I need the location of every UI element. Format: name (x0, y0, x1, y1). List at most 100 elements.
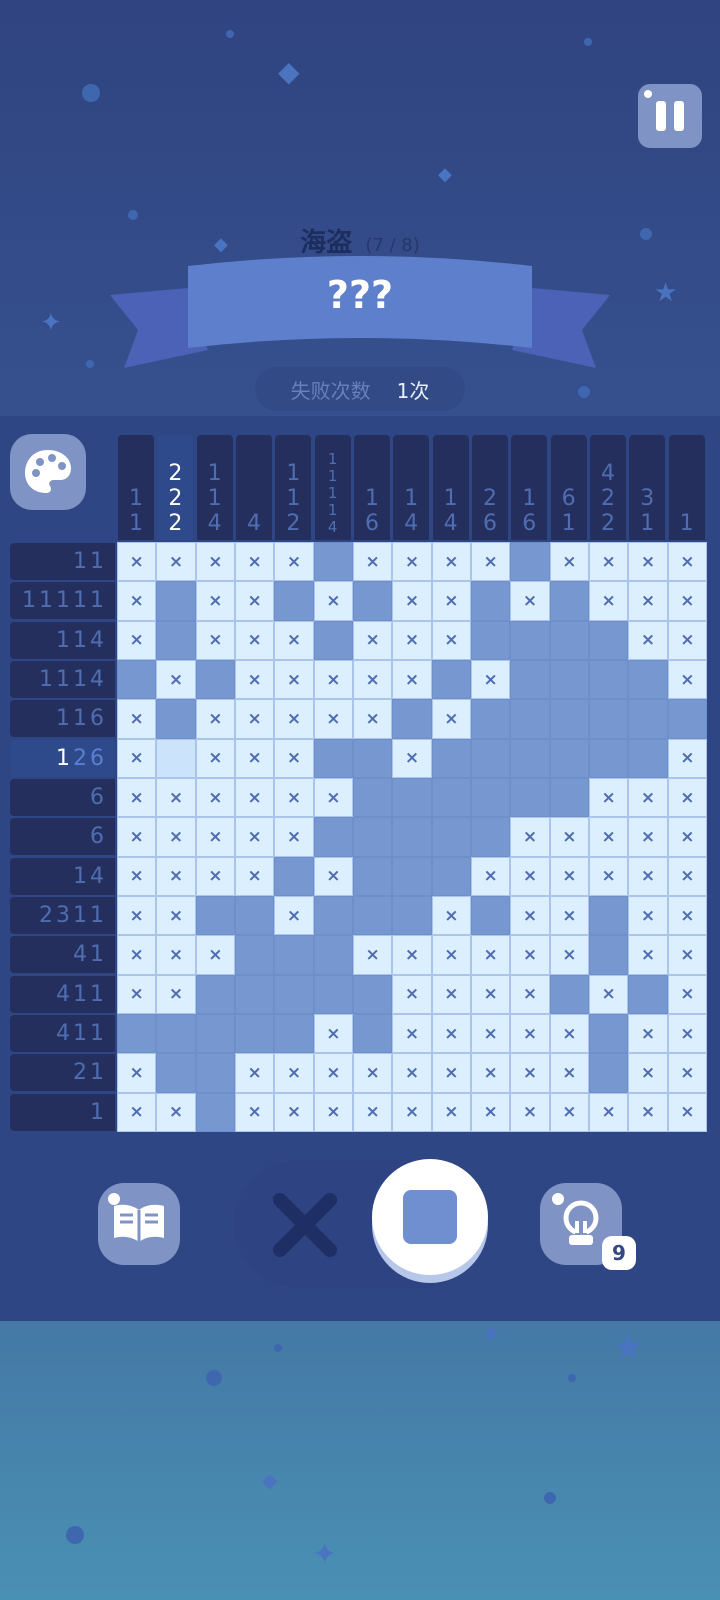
filled-cell[interactable] (549, 699, 589, 739)
crossed-cell[interactable]: × (234, 542, 275, 582)
filled-cell[interactable] (195, 1053, 235, 1093)
filled-cell[interactable] (431, 777, 471, 818)
filled-cell[interactable] (510, 738, 550, 778)
crossed-cell[interactable]: × (431, 581, 471, 621)
crossed-cell[interactable]: × (234, 699, 275, 739)
crossed-cell[interactable]: × (352, 1092, 393, 1132)
crossed-cell[interactable]: × (667, 581, 707, 621)
crossed-cell[interactable]: × (392, 1013, 432, 1054)
filled-cell[interactable] (117, 659, 157, 700)
crossed-cell[interactable]: × (234, 1053, 275, 1093)
filled-cell[interactable] (156, 620, 196, 660)
crossed-cell[interactable]: × (274, 817, 314, 857)
crossed-cell[interactable]: × (195, 542, 235, 582)
crossed-cell[interactable]: × (156, 1092, 196, 1132)
highlighted-cell[interactable] (156, 738, 196, 778)
crossed-cell[interactable]: × (195, 620, 235, 660)
crossed-cell[interactable]: × (510, 974, 550, 1014)
crossed-cell[interactable]: × (628, 1013, 668, 1054)
filled-cell[interactable] (392, 895, 432, 936)
filled-cell[interactable] (117, 1013, 157, 1054)
crossed-cell[interactable]: × (667, 659, 707, 700)
crossed-cell[interactable]: × (549, 1013, 589, 1054)
crossed-cell[interactable]: × (274, 542, 314, 582)
crossed-cell[interactable]: × (274, 777, 314, 818)
filled-cell[interactable] (628, 699, 668, 739)
crossed-cell[interactable]: × (392, 620, 432, 660)
crossed-cell[interactable]: × (431, 1013, 471, 1054)
filled-cell[interactable] (549, 659, 589, 700)
crossed-cell[interactable]: × (195, 777, 235, 818)
crossed-cell[interactable]: × (588, 817, 629, 857)
crossed-cell[interactable]: × (628, 777, 668, 818)
crossed-cell[interactable]: × (195, 856, 235, 896)
crossed-cell[interactable]: × (588, 856, 629, 896)
crossed-cell[interactable]: × (667, 1092, 707, 1132)
crossed-cell[interactable]: × (549, 542, 589, 582)
crossed-cell[interactable]: × (195, 699, 235, 739)
filled-cell[interactable] (431, 659, 471, 700)
crossed-cell[interactable]: × (234, 581, 275, 621)
crossed-cell[interactable]: × (549, 895, 589, 936)
filled-cell[interactable] (470, 738, 511, 778)
filled-cell[interactable] (510, 777, 550, 818)
filled-cell[interactable] (352, 581, 393, 621)
crossed-cell[interactable]: × (195, 817, 235, 857)
filled-cell[interactable] (667, 699, 707, 739)
crossed-cell[interactable]: × (392, 659, 432, 700)
filled-cell[interactable] (274, 974, 314, 1014)
crossed-cell[interactable]: × (117, 620, 157, 660)
cross-mode-button[interactable] (270, 1190, 340, 1260)
crossed-cell[interactable]: × (117, 817, 157, 857)
crossed-cell[interactable]: × (667, 777, 707, 818)
crossed-cell[interactable]: × (352, 542, 393, 582)
filled-cell[interactable] (234, 895, 275, 936)
crossed-cell[interactable]: × (313, 699, 353, 739)
crossed-cell[interactable]: × (588, 974, 629, 1014)
crossed-cell[interactable]: × (470, 1053, 511, 1093)
crossed-cell[interactable]: × (313, 1013, 353, 1054)
crossed-cell[interactable]: × (431, 699, 471, 739)
crossed-cell[interactable]: × (156, 817, 196, 857)
filled-cell[interactable] (431, 817, 471, 857)
crossed-cell[interactable]: × (667, 974, 707, 1014)
crossed-cell[interactable]: × (234, 1092, 275, 1132)
filled-cell[interactable] (470, 581, 511, 621)
crossed-cell[interactable]: × (313, 659, 353, 700)
crossed-cell[interactable]: × (274, 895, 314, 936)
crossed-cell[interactable]: × (195, 581, 235, 621)
dictionary-button[interactable] (98, 1183, 180, 1265)
crossed-cell[interactable]: × (352, 659, 393, 700)
crossed-cell[interactable]: × (588, 542, 629, 582)
crossed-cell[interactable]: × (667, 817, 707, 857)
filled-cell[interactable] (352, 817, 393, 857)
filled-cell[interactable] (588, 699, 629, 739)
crossed-cell[interactable]: × (628, 856, 668, 896)
filled-cell[interactable] (352, 738, 393, 778)
filled-cell[interactable] (274, 935, 314, 975)
crossed-cell[interactable]: × (392, 935, 432, 975)
crossed-cell[interactable]: × (510, 1053, 550, 1093)
filled-cell[interactable] (313, 974, 353, 1014)
filled-cell[interactable] (470, 699, 511, 739)
crossed-cell[interactable]: × (510, 935, 550, 975)
crossed-cell[interactable]: × (431, 974, 471, 1014)
filled-cell[interactable] (352, 974, 393, 1014)
crossed-cell[interactable]: × (117, 1053, 157, 1093)
crossed-cell[interactable]: × (628, 542, 668, 582)
filled-cell[interactable] (510, 699, 550, 739)
crossed-cell[interactable]: × (156, 659, 196, 700)
filled-cell[interactable] (431, 856, 471, 896)
crossed-cell[interactable]: × (195, 935, 235, 975)
filled-cell[interactable] (313, 817, 353, 857)
crossed-cell[interactable]: × (313, 1092, 353, 1132)
crossed-cell[interactable]: × (313, 1053, 353, 1093)
filled-cell[interactable] (352, 1013, 393, 1054)
filled-cell[interactable] (588, 620, 629, 660)
filled-cell[interactable] (392, 817, 432, 857)
crossed-cell[interactable]: × (667, 620, 707, 660)
filled-cell[interactable] (392, 856, 432, 896)
crossed-cell[interactable]: × (156, 542, 196, 582)
crossed-cell[interactable]: × (628, 1053, 668, 1093)
crossed-cell[interactable]: × (117, 974, 157, 1014)
